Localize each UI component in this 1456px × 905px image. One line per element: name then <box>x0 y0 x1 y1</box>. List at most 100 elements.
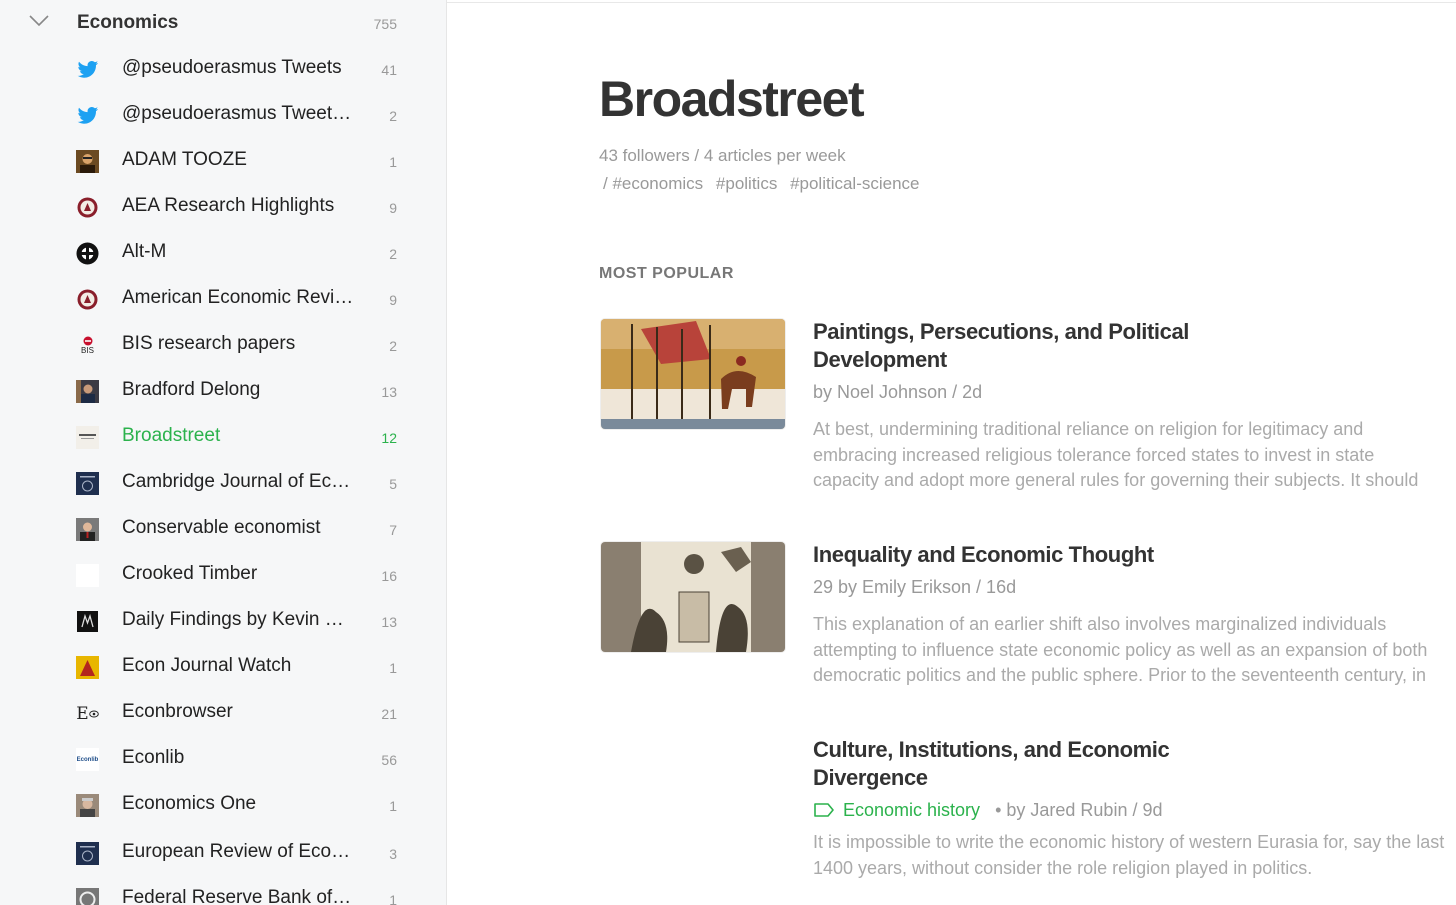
feed-item[interactable]: American Economic Revi… 9 <box>0 276 446 322</box>
econlib-logo-text: Econlib <box>76 756 99 763</box>
avatar-icon <box>76 518 99 541</box>
feed-label: Econlib <box>122 747 185 768</box>
feed-unread-count: 21 <box>381 706 397 722</box>
feed-title: Broadstreet <box>599 71 865 127</box>
feed-label: BIS research papers <box>122 333 296 354</box>
article-byline: by Noel Johnson / 2d <box>813 382 983 402</box>
feed-unread-count: 1 <box>389 892 397 905</box>
feed-tags: / #economics #politics #political-scienc… <box>603 174 928 194</box>
article-summary: This explanation of an earlier shift als… <box>813 614 1428 685</box>
feed-label: Cambridge Journal of Ec… <box>122 471 351 492</box>
feed-label: Crooked Timber <box>122 563 258 584</box>
feed-item[interactable]: E Econbrowser 21 <box>0 690 446 736</box>
tag-link[interactable]: #politics <box>716 174 777 193</box>
m-logo-icon <box>76 610 99 633</box>
feed-label: Federal Reserve Bank of… <box>122 887 352 905</box>
tag-link[interactable]: / #economics <box>603 174 703 193</box>
feed-item[interactable]: Econ Journal Watch 1 <box>0 644 446 690</box>
article-byline: • by Jared Rubin / 9d <box>995 800 1163 820</box>
article-thumbnail[interactable] <box>600 541 786 653</box>
article-card[interactable]: Inequality and Economic Thought 29 by Em… <box>599 541 1449 691</box>
avatar-icon <box>76 380 99 403</box>
group-unread-count: 755 <box>373 16 397 32</box>
feed-item[interactable]: Conservable economist 7 <box>0 506 446 552</box>
article-thumbnail[interactable] <box>600 318 786 430</box>
feed-label: @pseudoerasmus Tweet… <box>122 103 352 124</box>
feed-label: Econ Journal Watch <box>122 655 292 676</box>
tag-icon <box>814 803 834 817</box>
feed-unread-count: 1 <box>389 660 397 676</box>
feed-label: AEA Research Highlights <box>122 195 335 216</box>
article-summary: It is impossible to write the economic h… <box>813 832 1445 878</box>
feed-unread-count: 3 <box>389 846 397 862</box>
feed-unread-count: 9 <box>389 200 397 216</box>
feed-unread-count: 9 <box>389 292 397 308</box>
feed-unread-count: 1 <box>389 154 397 170</box>
feed-label: European Review of Eco… <box>122 841 351 862</box>
feed-unread-count: 13 <box>381 614 397 630</box>
feed-item[interactable]: Econlib Econlib 56 <box>0 736 446 782</box>
econlib-logo-icon: Econlib <box>76 748 99 771</box>
feed-unread-count: 41 <box>381 62 397 78</box>
avatar-icon <box>76 150 99 173</box>
oxford-logo-icon <box>76 842 99 865</box>
feed-item[interactable]: @pseudoerasmus Tweets 41 <box>0 46 446 92</box>
feed-group-economics[interactable]: Economics 755 <box>0 0 446 46</box>
feed-label: Alt-M <box>122 241 167 262</box>
fed-logo-icon <box>76 888 99 905</box>
econbrowser-logo-text: E <box>76 703 89 724</box>
article-title[interactable]: Paintings, Persecutions, and Political D… <box>813 318 1233 374</box>
article-title[interactable]: Inequality and Economic Thought <box>813 541 1233 569</box>
blank-icon <box>76 564 99 587</box>
altm-logo-icon <box>76 242 99 265</box>
feed-item[interactable]: Federal Reserve Bank of… 1 <box>0 876 446 905</box>
feed-stats: 43 followers / 4 articles per week <box>599 146 846 165</box>
feed-item[interactable]: BIS BIS research papers 2 <box>0 322 446 368</box>
article-byline: 29 by Emily Erikson / 16d <box>813 577 1017 597</box>
feed-unread-count: 7 <box>389 522 397 538</box>
feed-unread-count: 2 <box>389 246 397 262</box>
feed-detail-pane: Broadstreet 43 followers / 4 articles pe… <box>447 0 1456 905</box>
tag-link[interactable]: #political-science <box>790 174 919 193</box>
feed-label: American Economic Revi… <box>122 287 354 308</box>
feed-item[interactable]: Bradford Delong 13 <box>0 368 446 414</box>
feed-unread-count: 2 <box>389 108 397 124</box>
feed-item[interactable]: Daily Findings by Kevin L… 13 <box>0 598 446 644</box>
feed-item[interactable]: Economics One 1 <box>0 782 446 828</box>
feed-label: Daily Findings by Kevin L… <box>122 609 354 630</box>
section-heading: MOST POPULAR <box>599 265 734 282</box>
feed-item[interactable]: European Review of Eco… 3 <box>0 830 446 876</box>
feed-item-active[interactable]: Broadstreet 12 <box>0 414 446 460</box>
econbrowser-logo-icon: E <box>76 702 99 725</box>
sidebar: Economics 755 @pseudoerasmus Tweets 41 @… <box>0 0 447 905</box>
feed-item[interactable]: @pseudoerasmus Tweet… 2 <box>0 92 446 138</box>
ejw-logo-icon <box>76 656 99 679</box>
feed-item[interactable]: Cambridge Journal of Ec… 5 <box>0 460 446 506</box>
feed-item[interactable]: Crooked Timber 16 <box>0 552 446 598</box>
feed-unread-count: 1 <box>389 798 397 814</box>
feed-unread-count: 5 <box>389 476 397 492</box>
feed-unread-count: 16 <box>381 568 397 584</box>
article-tag[interactable]: Economic history <box>843 800 980 820</box>
feed-item[interactable]: AEA Research Highlights 9 <box>0 184 446 230</box>
feed-label: Bradford Delong <box>122 379 261 400</box>
divider <box>447 2 1456 3</box>
feed-label: Broadstreet <box>122 425 221 446</box>
feed-label: Economics One <box>122 793 257 814</box>
feed-label: Conservable economist <box>122 517 321 538</box>
avatar-icon <box>76 794 99 817</box>
aea-logo-icon <box>76 288 99 311</box>
feed-label: ADAM TOOZE <box>122 149 247 170</box>
article-summary: At best, undermining traditional relianc… <box>813 419 1419 490</box>
aea-logo-icon <box>76 196 99 219</box>
article-title[interactable]: Culture, Institutions, and Economic Dive… <box>813 736 1233 792</box>
feed-item[interactable]: Alt-M 2 <box>0 230 446 276</box>
article-card[interactable]: Paintings, Persecutions, and Political D… <box>599 318 1449 498</box>
broadstreet-logo-icon <box>76 426 99 449</box>
chevron-down-icon[interactable] <box>28 14 50 28</box>
feed-unread-count: 13 <box>381 384 397 400</box>
twitter-icon <box>76 58 99 81</box>
feed-item[interactable]: ADAM TOOZE 1 <box>0 138 446 184</box>
article-card[interactable]: Culture, Institutions, and Economic Dive… <box>599 736 1449 886</box>
bis-logo-icon: BIS <box>76 334 99 357</box>
